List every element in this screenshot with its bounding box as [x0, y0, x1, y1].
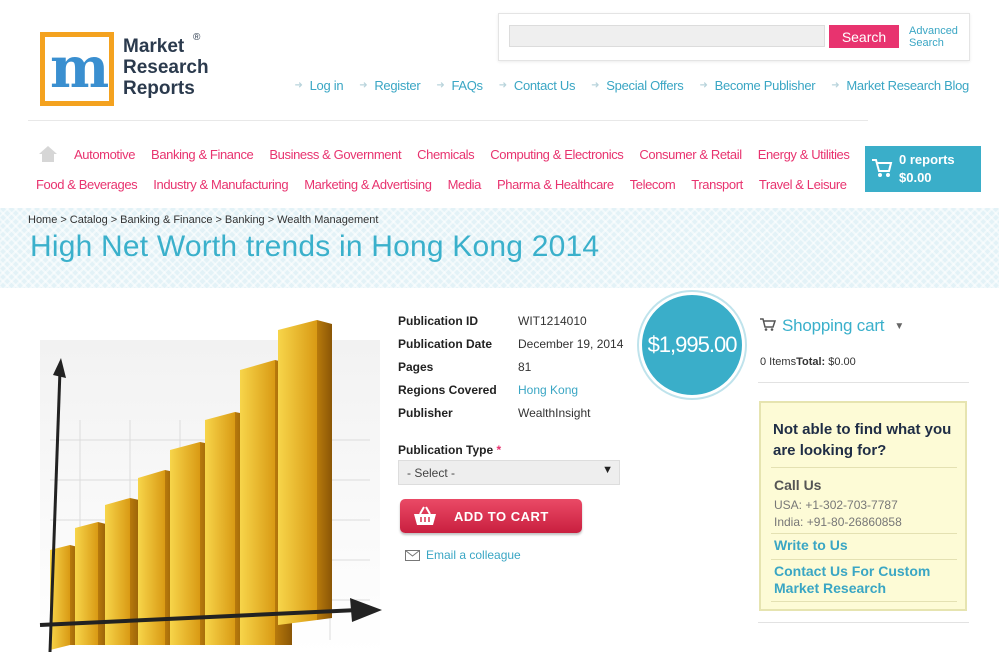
product-image	[20, 300, 390, 655]
nav-automotive[interactable]: Automotive	[74, 147, 135, 162]
register-link[interactable]: ➜ Register	[359, 78, 420, 93]
logo-letter: m	[50, 35, 109, 101]
cart-total: $0.00	[899, 170, 932, 185]
cart-icon	[760, 316, 777, 336]
nav-consumer-retail[interactable]: Consumer & Retail	[639, 147, 742, 162]
breadcrumb-wealth-management[interactable]: Wealth Management	[277, 214, 378, 226]
call-us-heading: Call Us	[774, 477, 822, 493]
header-divider	[28, 120, 868, 121]
add-to-cart-button[interactable]: ADD TO CART	[400, 499, 582, 533]
divider	[758, 382, 969, 383]
logo-mark: m	[40, 32, 114, 106]
region-link[interactable]: Hong Kong	[518, 383, 578, 397]
cart-icon	[871, 158, 893, 183]
nav-telecom[interactable]: Telecom	[630, 177, 676, 192]
site-logo[interactable]: m Market Research Reports ®	[40, 30, 215, 112]
chevron-down-icon: ▼	[894, 320, 905, 332]
arrow-icon: ➜	[294, 80, 303, 91]
nav-industry-manufacturing[interactable]: Industry & Manufacturing	[153, 177, 288, 192]
envelope-icon	[405, 549, 420, 561]
page-title: High Net Worth trends in Hong Kong 2014	[30, 230, 600, 263]
nav-media[interactable]: Media	[448, 177, 482, 192]
breadcrumb-banking[interactable]: Banking	[225, 214, 265, 226]
logo-wordmark: Market Research Reports	[123, 36, 209, 99]
breadcrumb: Home > Catalog > Banking & Finance > Banking > W…	[28, 214, 379, 226]
basket-icon	[412, 505, 438, 532]
breadcrumb-banking-finance[interactable]: Banking & Finance	[120, 214, 212, 226]
custom-research-link[interactable]: Contact Us For Custom Market Research	[774, 563, 959, 597]
search-input[interactable]	[509, 25, 825, 47]
shopping-cart-summary: 0 ItemsTotal: $0.00	[760, 356, 856, 368]
arrow-icon: ➜	[436, 80, 445, 91]
divider	[758, 622, 969, 623]
phone-usa: USA: +1-302-703-7787	[774, 498, 898, 512]
nav-computing-electronics[interactable]: Computing & Electronics	[490, 147, 624, 162]
nav-banking-finance[interactable]: Banking & Finance	[151, 147, 254, 162]
dropdown-caret-icon: ▼	[602, 464, 613, 476]
shopping-cart-toggle[interactable]: Shopping cart ▼	[760, 316, 904, 336]
top-links: ➜ Log in ➜ Register ➜ FAQs ➜ Contact Us ➜ Spe…	[279, 78, 970, 93]
contact-us-link[interactable]: ➜ Contact Us	[498, 78, 576, 93]
arrow-icon: ➜	[359, 80, 368, 91]
divider	[771, 601, 957, 602]
phone-india: India: +91-80-26860858	[774, 515, 902, 529]
registered-mark: ®	[193, 32, 201, 43]
publication-type-label: Publication Type *	[398, 443, 502, 457]
search-button[interactable]: Search	[829, 25, 899, 48]
breadcrumb-home[interactable]: Home	[28, 214, 57, 226]
title-banner: Home > Catalog > Banking & Finance > Banking > W…	[0, 208, 999, 288]
nav-pharma-healthcare[interactable]: Pharma & Healthcare	[497, 177, 614, 192]
divider	[771, 533, 957, 534]
home-icon[interactable]	[38, 145, 58, 163]
search-panel: Search Advanced Search	[498, 13, 970, 61]
category-nav-row-2: Food & Beverages Industry & Manufacturin…	[36, 177, 863, 192]
login-link[interactable]: ➜ Log in	[295, 78, 344, 93]
price-badge: $1,995.00	[639, 292, 745, 398]
cart-report-count: 0 reports	[899, 152, 955, 167]
cart-summary-button[interactable]: 0 reports $0.00	[865, 146, 981, 192]
divider	[771, 467, 957, 468]
arrow-icon: ➜	[699, 80, 708, 91]
help-title: Not able to find what you are looking fo…	[773, 421, 952, 459]
write-to-us-link[interactable]: Write to Us	[774, 537, 848, 554]
advanced-search-link[interactable]: Advanced Search	[909, 25, 969, 49]
arrow-icon: ➜	[498, 80, 507, 91]
category-nav-row-1: Automotive Banking & Finance Business & …	[36, 145, 865, 163]
special-offers-link[interactable]: ➜ Special Offers	[591, 78, 684, 93]
nav-business-government[interactable]: Business & Government	[269, 147, 401, 162]
nav-travel-leisure[interactable]: Travel & Leisure	[759, 177, 847, 192]
breadcrumb-catalog[interactable]: Catalog	[70, 214, 108, 226]
nav-chemicals[interactable]: Chemicals	[417, 147, 474, 162]
divider	[771, 559, 957, 560]
nav-marketing-advertising[interactable]: Marketing & Advertising	[304, 177, 432, 192]
email-colleague-link[interactable]: Email a colleague	[405, 548, 521, 562]
become-publisher-link[interactable]: ➜ Become Publisher	[699, 78, 815, 93]
arrow-icon: ➜	[831, 80, 840, 91]
blog-link[interactable]: ➜ Market Research Blog	[831, 78, 969, 93]
nav-food-beverages[interactable]: Food & Beverages	[36, 177, 138, 192]
publication-type-select[interactable]: - Select - ▼	[398, 460, 620, 485]
faqs-link[interactable]: ➜ FAQs	[436, 78, 483, 93]
help-box: Not able to find what you are looking fo…	[759, 401, 967, 611]
arrow-icon: ➜	[591, 80, 600, 91]
nav-energy-utilities[interactable]: Energy & Utilities	[758, 147, 850, 162]
nav-transport[interactable]: Transport	[691, 177, 743, 192]
